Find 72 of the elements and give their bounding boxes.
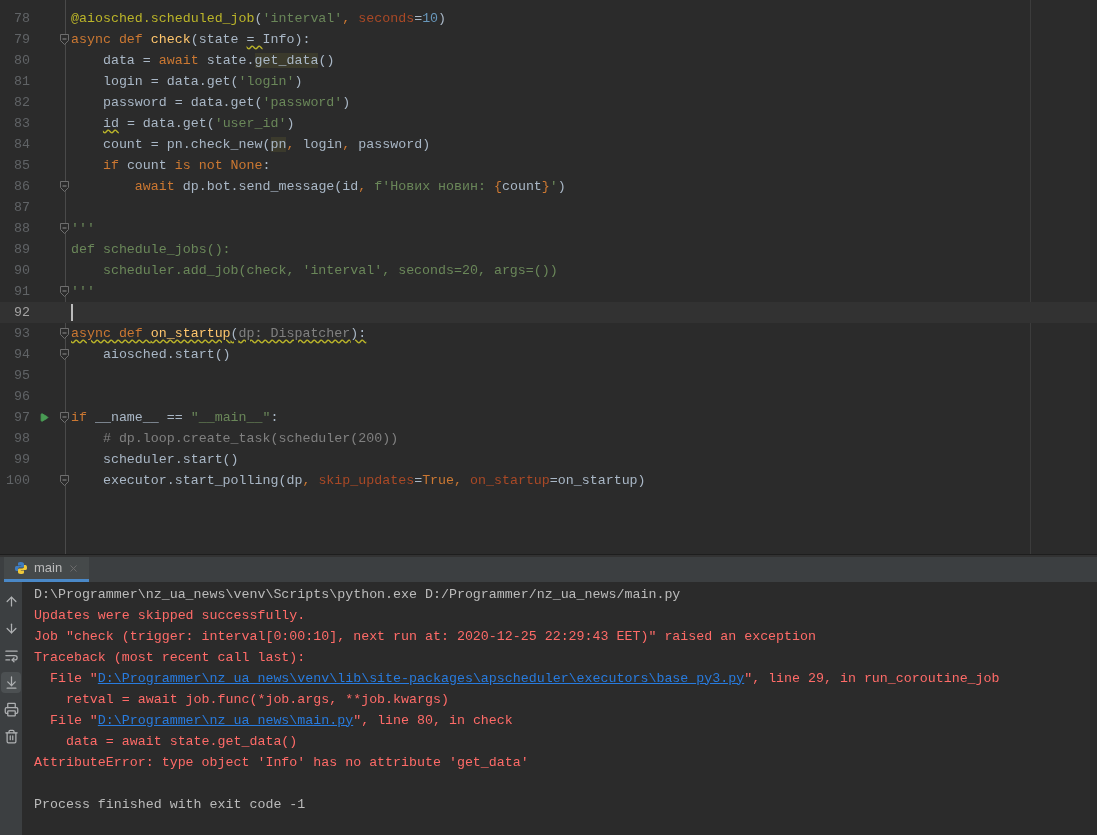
line-number: 94 bbox=[14, 345, 30, 364]
console-line: D:\Programmer\nz_ua_news\venv\Scripts\python.exe D:/Programmer/nz_ua_news/main.py bbox=[34, 585, 681, 604]
line-number: 80 bbox=[14, 51, 30, 70]
code-line: ''' bbox=[71, 219, 95, 238]
console-line: File "D:\Programmer\nz_ua_news\main.py", line 80, in check bbox=[48, 711, 513, 730]
code-line: aiosched.start() bbox=[101, 345, 231, 364]
text-cursor bbox=[71, 304, 73, 321]
python-logo-icon bbox=[14, 561, 28, 575]
code-line: password = data.get('password') bbox=[101, 93, 351, 112]
code-line: await dp.bot.send_message(id, f'Нових новин: {count}') bbox=[133, 177, 566, 196]
trash-icon[interactable] bbox=[3, 729, 19, 744]
code-line: def schedule_jobs(): bbox=[71, 240, 231, 259]
code-line: count = pn.check_new(pn, login, password) bbox=[101, 135, 431, 154]
line-number: 100 bbox=[6, 471, 30, 490]
run-icon[interactable] bbox=[39, 412, 49, 423]
code-line: scheduler.add_job(check, 'interval', seconds=20, args=()) bbox=[101, 261, 558, 280]
code-line: login = data.get('login') bbox=[101, 72, 303, 91]
line-number: 95 bbox=[14, 366, 30, 385]
code-line: id = data.get('user_id') bbox=[101, 114, 295, 133]
fold-marker-icon[interactable] bbox=[59, 181, 69, 192]
line-number: 97 bbox=[14, 408, 30, 427]
code-line: # dp.loop.create_task(scheduler(200)) bbox=[101, 429, 399, 448]
line-number: 83 bbox=[14, 114, 30, 133]
line-number: 85 bbox=[14, 156, 30, 175]
line-number: 84 bbox=[14, 135, 30, 154]
line-number: 99 bbox=[14, 450, 30, 469]
line-number: 79 bbox=[14, 30, 30, 49]
fold-marker-icon[interactable] bbox=[59, 412, 69, 423]
fold-marker-icon[interactable] bbox=[59, 475, 69, 486]
line-number: 87 bbox=[14, 198, 30, 217]
run-tab[interactable]: main bbox=[4, 557, 90, 582]
console-line: data = await state.get_data() bbox=[64, 732, 298, 751]
console-line: Updates were skipped successfully. bbox=[34, 606, 306, 625]
line-number: 81 bbox=[14, 72, 30, 91]
console-line: Job "check (trigger: interval[0:00:10], next run at: 2020-12-25 22:29:43 EET)" raised an exception bbox=[34, 627, 816, 646]
file-link[interactable]: D:\Programmer\nz_ua_news\venv\lib\site-packages\apscheduler\executors\base_py3.py bbox=[97, 670, 745, 686]
code-line: data = await state.get_data() bbox=[101, 51, 335, 70]
line-number: 98 bbox=[14, 429, 30, 448]
line-number: 96 bbox=[14, 387, 30, 406]
code-line: if count is not None: bbox=[101, 156, 271, 175]
line-number: 78 bbox=[14, 9, 30, 28]
console-line: AttributeError: type object 'Info' has no attribute 'get_data' bbox=[34, 753, 529, 772]
console-line: Traceback (most recent call last): bbox=[34, 648, 306, 667]
console-line: File "D:\Programmer\nz_ua_news\venv\lib\site-packages\apscheduler\executors\base_py3.py", line 29, in run_coroutine_job bbox=[48, 669, 1000, 688]
console-line: retval = await job.func(*job.args, **job.kwargs) bbox=[64, 690, 449, 709]
soft-wrap-icon[interactable] bbox=[3, 648, 19, 663]
code-line: @aiosched.scheduled_job('interval', seconds=10) bbox=[71, 9, 447, 28]
code-editor[interactable] bbox=[0, 0, 1097, 554]
line-number: 90 bbox=[14, 261, 30, 280]
fold-marker-icon[interactable] bbox=[59, 328, 69, 339]
line-number: 89 bbox=[14, 240, 30, 259]
fold-marker-icon[interactable] bbox=[59, 286, 69, 297]
code-line: async def check(state = Info): bbox=[71, 30, 311, 49]
code-line: ''' bbox=[71, 282, 95, 301]
fold-marker-icon[interactable] bbox=[59, 34, 69, 45]
line-number: 86 bbox=[14, 177, 30, 196]
print-icon[interactable] bbox=[3, 702, 19, 717]
line-number: 93 bbox=[14, 324, 30, 343]
file-link[interactable]: D:\Programmer\nz_ua_news\main.py bbox=[97, 712, 354, 728]
line-number: 88 bbox=[14, 219, 30, 238]
down-arrow-icon[interactable] bbox=[3, 621, 19, 636]
console-line: Process finished with exit code -1 bbox=[34, 795, 306, 814]
code-line: executor.start_polling(dp, skip_updates=True, on_startup=on_startup) bbox=[101, 471, 646, 490]
code-line: scheduler.start() bbox=[101, 450, 239, 469]
close-icon[interactable] bbox=[68, 562, 80, 574]
line-number: 82 bbox=[14, 93, 30, 112]
code-line: async def on_startup(dp: Dispatcher): bbox=[71, 324, 367, 343]
line-number: 91 bbox=[14, 282, 30, 301]
code-line: if __name__ == "__main__": bbox=[71, 408, 279, 427]
fold-marker-icon[interactable] bbox=[59, 349, 69, 360]
line-number: 92 bbox=[14, 303, 30, 322]
fold-marker-icon[interactable] bbox=[59, 223, 69, 234]
